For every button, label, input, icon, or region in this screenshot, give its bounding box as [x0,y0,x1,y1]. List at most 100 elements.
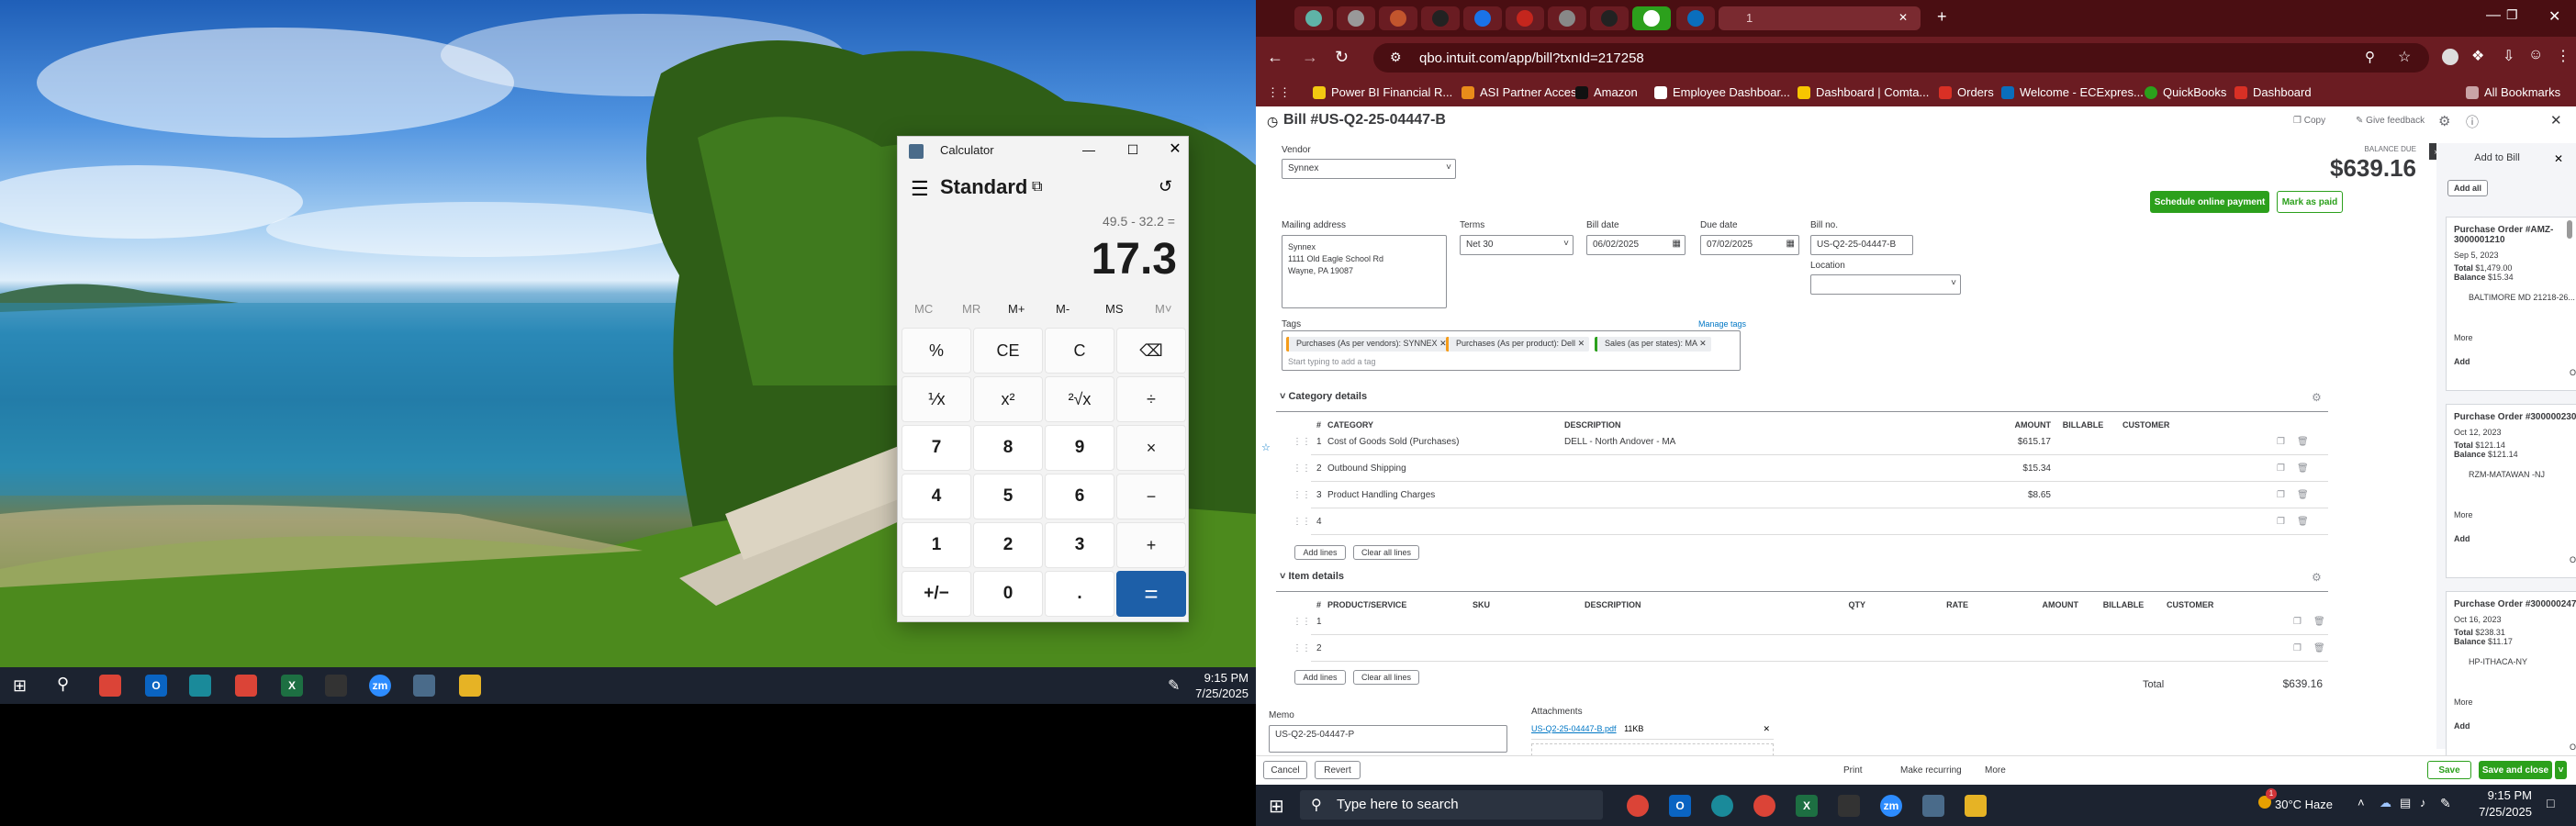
attachment-remove-icon[interactable]: ✕ [1763,724,1770,734]
chrome-profile-icon[interactable] [235,675,257,697]
right-clock-date[interactable]: 7/25/2025 [2466,805,2532,819]
digit-3-button[interactable]: 3 [1045,522,1114,568]
attachment-drop-zone[interactable] [1531,743,1774,756]
digit-2-button[interactable]: 2 [973,522,1043,568]
new-tab-icon[interactable]: + [1937,7,1947,27]
bookmark-star-icon[interactable]: ☆ [2398,48,2411,66]
window-close-icon[interactable]: ✕ [2548,7,2560,26]
delete-row-icon[interactable]: 🗑 [2313,617,2325,627]
tab-6[interactable] [1506,6,1544,30]
close-bill-icon[interactable]: ✕ [2550,112,2562,128]
pen-icon[interactable]: ✎ [2440,796,2451,811]
hamburger-menu-icon[interactable]: ☰ [911,177,929,201]
add-lines-button[interactable]: Add lines [1294,545,1346,560]
volume-icon[interactable]: ♪ [2420,796,2426,809]
po-more-link[interactable]: More [2454,510,2576,519]
settings-gear-icon[interactable]: ⚙ [2438,113,2450,129]
more-button[interactable]: More [1985,765,2006,776]
left-clock-time[interactable]: 9:15 PM [1193,671,1249,685]
star-icon[interactable]: ☆ [1261,441,1271,453]
zoom-search-icon[interactable]: ⚲ [2365,49,2375,65]
keep-on-top-icon[interactable]: ⧉ [1032,179,1042,195]
tab-10[interactable] [1676,6,1715,30]
bookmark-employee-dashboard[interactable]: Employee Dashboar... [1654,85,1790,99]
multiply-button[interactable]: × [1116,425,1186,471]
drag-handle-icon[interactable]: ⋮⋮ [1293,617,1311,627]
copy-row-icon[interactable]: ❐ [2293,643,2302,653]
save-options-chevron-icon[interactable]: ˅ [2554,761,2567,779]
vendor-select[interactable]: Synnex ˅ [1282,159,1456,179]
right-clock-time[interactable]: 9:15 PM [2466,788,2532,802]
memory-store-button[interactable]: MS [1105,302,1124,316]
delete-row-icon[interactable]: 🗑 [2297,517,2309,527]
digit-4-button[interactable]: 4 [902,474,971,519]
memo-field[interactable]: US-Q2-25-04447-P [1269,725,1507,753]
row-amount[interactable]: $615.17 [1943,437,2051,447]
delete-row-icon[interactable]: 🗑 [2297,437,2309,447]
bookmark-quickbooks[interactable]: QuickBooks [2145,85,2226,99]
extension-icon[interactable] [2442,49,2458,65]
divide-button[interactable]: ÷ [1116,376,1186,422]
clear-item-lines-button[interactable]: Clear all lines [1353,670,1419,685]
tag-remove-icon[interactable]: ✕ [1578,339,1585,348]
delete-row-icon[interactable]: 🗑 [2297,490,2309,500]
negate-button[interactable]: +/− [902,571,971,617]
clear-all-lines-button[interactable]: Clear all lines [1353,545,1419,560]
drag-handle-icon[interactable]: ⋮⋮ [1293,517,1311,527]
make-recurring-button[interactable]: Make recurring [1900,765,1962,776]
excel-icon[interactable]: X [1796,795,1818,817]
digit-5-button[interactable]: 5 [973,474,1043,519]
app-icon[interactable] [325,675,347,697]
network-icon[interactable]: ▤ [2400,796,2411,810]
drag-handle-icon[interactable]: ⋮⋮ [1293,437,1311,447]
minimize-button[interactable]: — [1078,139,1100,161]
outlook-icon[interactable]: O [145,675,167,697]
give-feedback-button[interactable]: ✎ Give feedback [2356,116,2425,126]
excel-icon[interactable]: X [281,675,303,697]
bill-no-field[interactable]: US-Q2-25-04447-B [1810,235,1913,255]
add-item-lines-button[interactable]: Add lines [1294,670,1346,685]
memory-clear-button[interactable]: MC [914,302,933,316]
left-clock-date[interactable]: 7/25/2025 [1190,686,1249,700]
outlook-icon[interactable]: O [1669,795,1691,817]
window-restore-icon[interactable]: ❐ [2506,7,2518,23]
schedule-online-payment-button[interactable]: Schedule online payment [2150,191,2269,213]
po-title[interactable]: Purchase Order #AMZ-3000001210 [2454,225,2576,245]
bookmark-amazon[interactable]: Amazon [1575,85,1638,99]
history-icon[interactable]: ↺ [1159,177,1172,196]
add-all-button[interactable]: Add all [2447,180,2488,196]
address-bar[interactable]: ⚙ qbo.intuit.com/app/bill?txnId=217258 ⚲… [1373,43,2429,73]
po-add-link[interactable]: Add [2454,721,2576,731]
add-button[interactable]: + [1116,522,1186,568]
copy-row-icon[interactable]: ❐ [2277,437,2285,447]
help-icon[interactable]: ⓘ [2466,113,2479,131]
copy-row-icon[interactable]: ❐ [2277,463,2285,474]
bookmark-asi[interactable]: ASI Partner Access [1462,85,1583,99]
category-details-header[interactable]: ˅ Category details [1280,391,1367,402]
memory-add-button[interactable]: M+ [1008,302,1025,316]
edge-icon[interactable] [189,675,211,697]
tags-field[interactable]: Purchases (As per vendors): SYNNEX ✕ Pur… [1282,330,1741,371]
app-icon[interactable] [1838,795,1860,817]
drag-handle-icon[interactable]: ⋮⋮ [1293,490,1311,500]
delete-row-icon[interactable]: 🗑 [2313,643,2325,653]
tray-chevron-icon[interactable]: ˄ [2358,796,2365,809]
digit-8-button[interactable]: 8 [973,425,1043,471]
file-explorer-icon[interactable] [459,675,481,697]
close-button[interactable]: ✕ [1164,139,1186,161]
po-more-link[interactable]: More [2454,333,2576,342]
copy-row-icon[interactable]: ❐ [2277,517,2285,527]
tag-input-placeholder[interactable]: Start typing to add a tag [1288,357,1376,366]
digit-9-button[interactable]: 9 [1045,425,1114,471]
mailing-address-field[interactable]: Synnex 1111 Old Eagle School Rd Wayne, P… [1282,235,1447,308]
row-amount[interactable]: $8.65 [1943,490,2051,500]
chrome-profile-icon[interactable] [1753,795,1775,817]
back-icon[interactable]: ← [1267,48,1283,67]
tab-1[interactable] [1294,6,1333,30]
tab-2[interactable] [1337,6,1375,30]
tab-5[interactable] [1463,6,1502,30]
taskbar-search-box[interactable]: ⚲ Type here to search [1300,790,1603,820]
location-select[interactable]: ˅ [1810,274,1961,295]
print-button[interactable]: Print [1843,765,1863,776]
backspace-button[interactable]: ⌫ [1116,328,1186,374]
